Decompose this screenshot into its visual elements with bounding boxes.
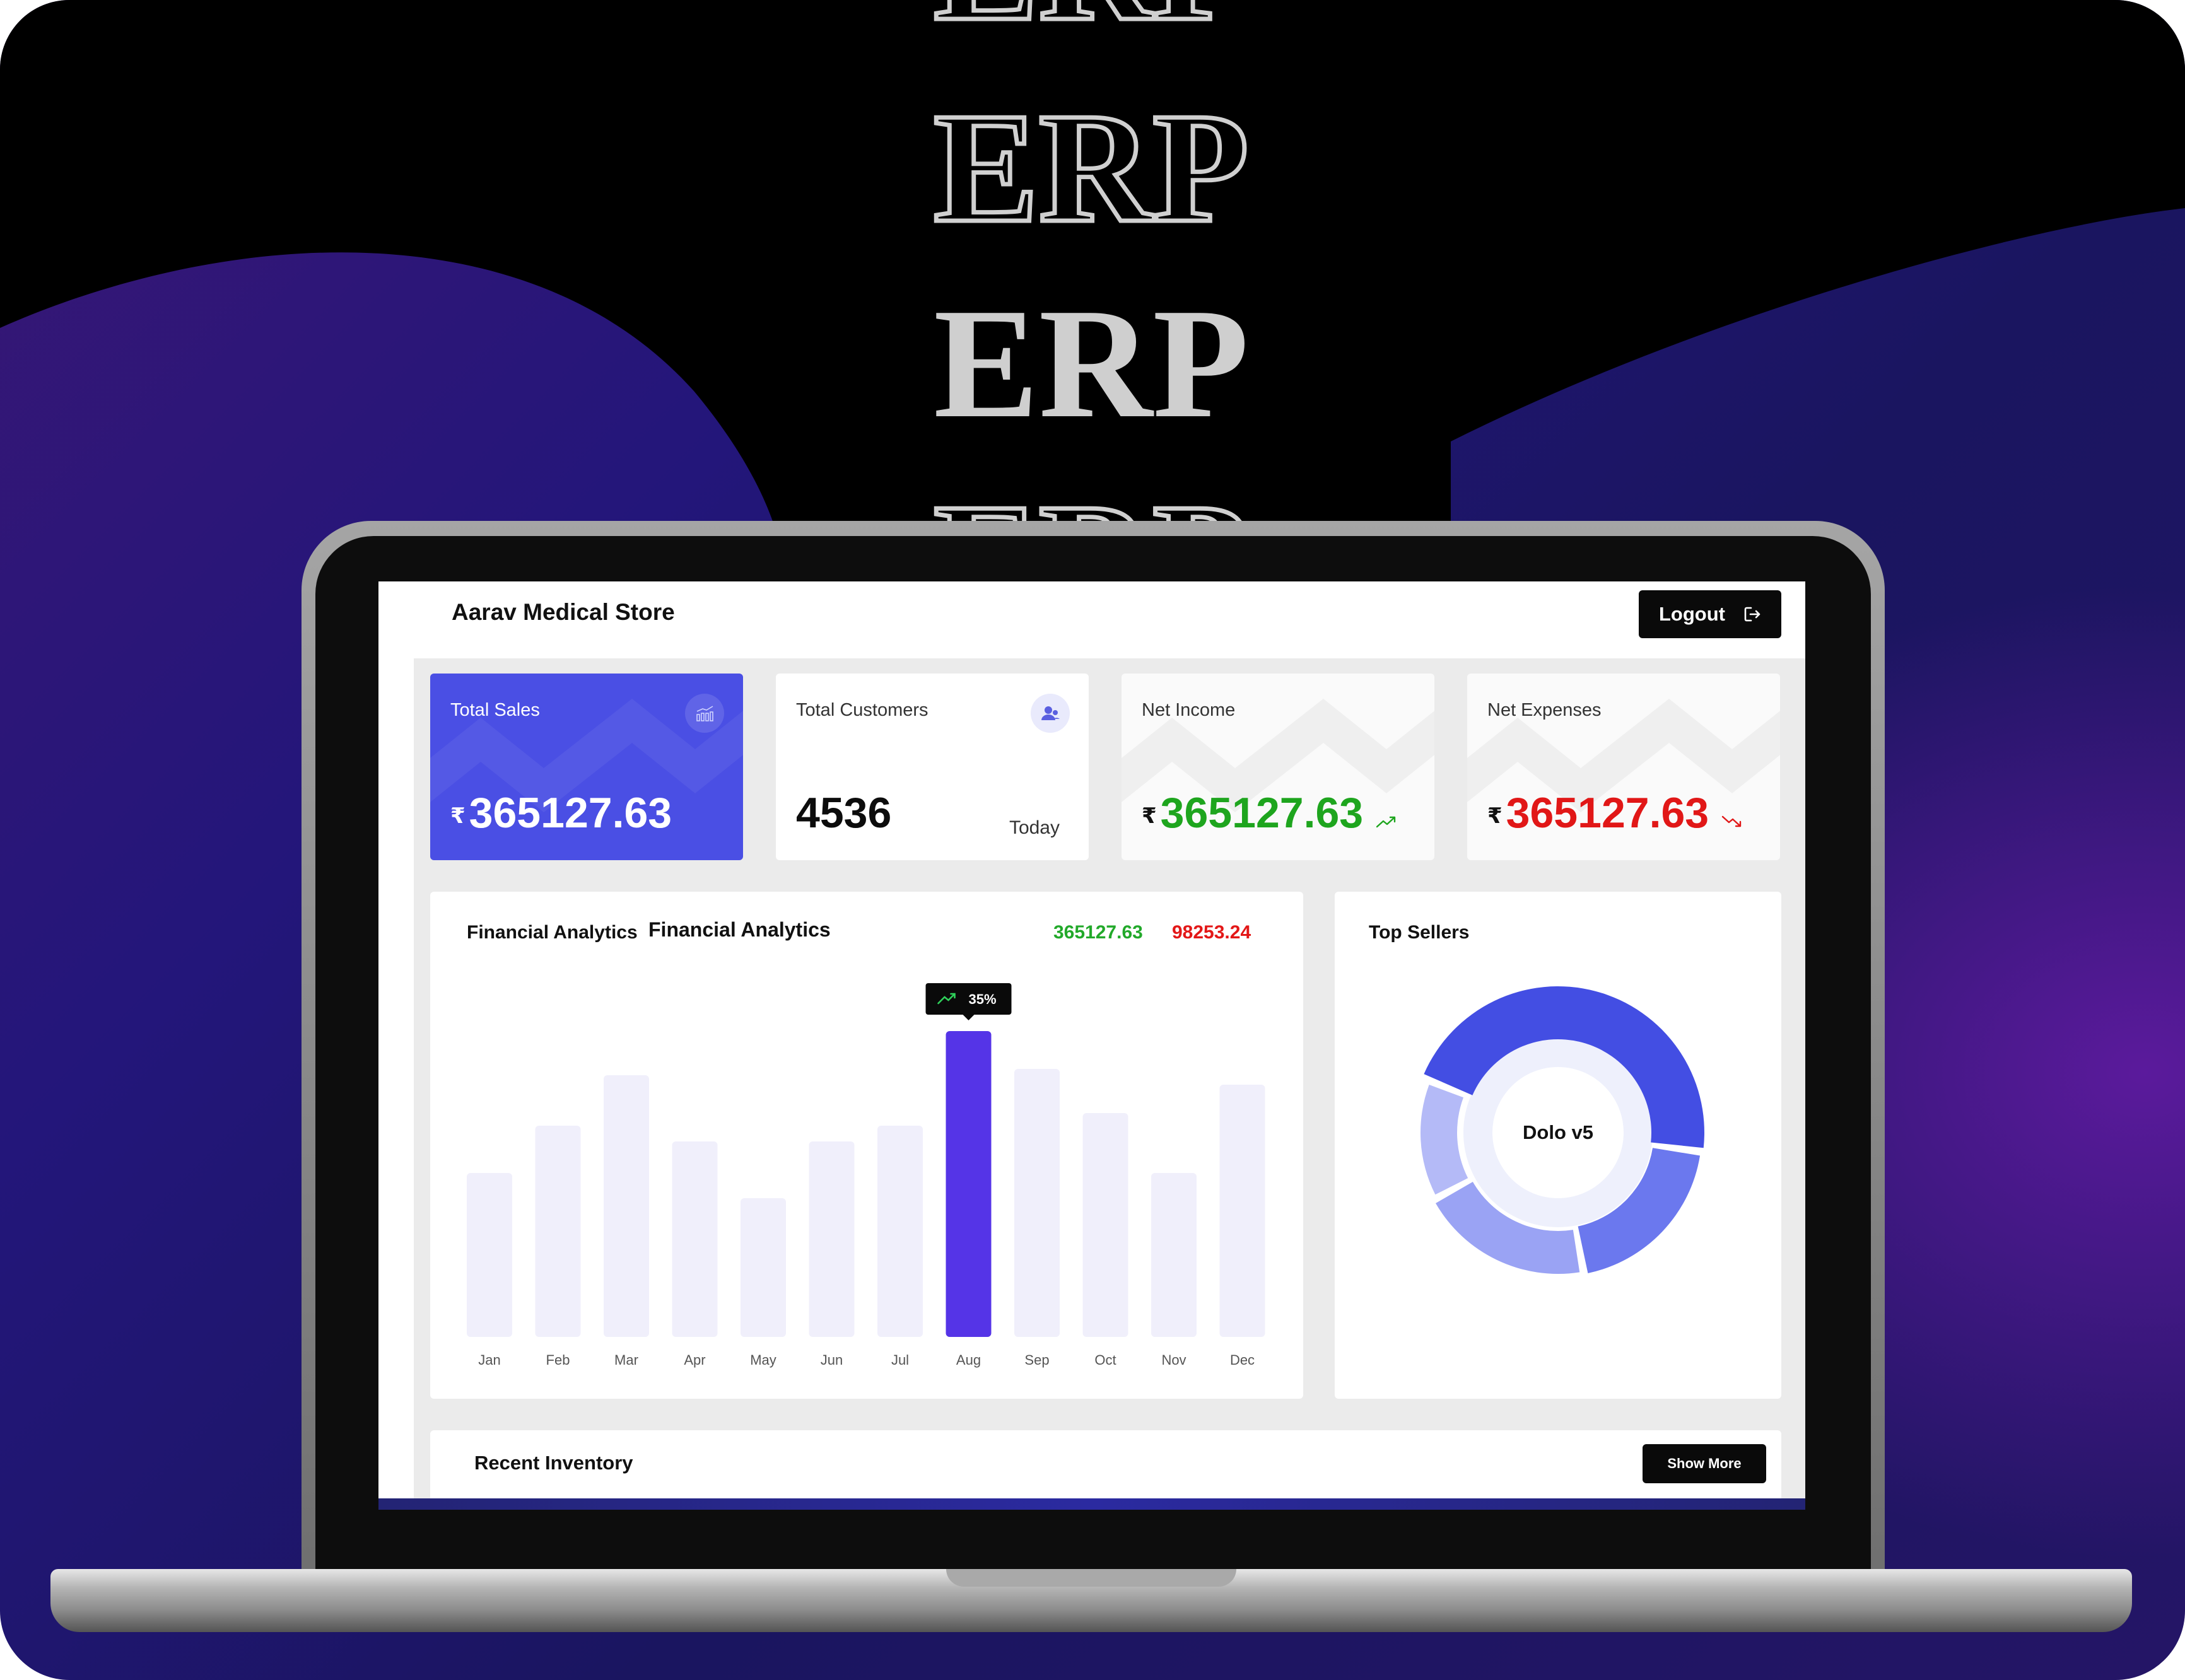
- top-bar: Aarav Medical Store Logout: [378, 581, 1805, 658]
- currency-symbol: ₹: [1142, 804, 1157, 829]
- total-customers-label: Total Customers: [796, 700, 928, 720]
- store-name: Aarav Medical Store: [452, 599, 675, 625]
- show-more-button[interactable]: Show More: [1643, 1444, 1766, 1483]
- total-sales-label: Total Sales: [450, 700, 540, 720]
- donut-segment-4[interactable]: [1421, 1085, 1468, 1195]
- erp-outline-top: ERP: [934, 0, 1249, 54]
- bar-mar[interactable]: [604, 1075, 649, 1337]
- highlight-tooltip: 35%: [925, 983, 1012, 1020]
- bar-jun[interactable]: [809, 1141, 855, 1337]
- bar-chart: Jan Feb Mar Apr May Jun Jul Aug 35% Sep Oct Nov Dec: [467, 983, 1265, 1368]
- tick-label-aug: Aug: [956, 1352, 981, 1368]
- erp-wordmark: ERP ERP ERP ERP: [932, 0, 1251, 523]
- tick-label-mar: Mar: [614, 1352, 638, 1368]
- tick-label-sep: Sep: [1024, 1352, 1049, 1368]
- bar-may[interactable]: [741, 1198, 786, 1337]
- total-customers-value: 4536: [796, 789, 892, 837]
- tick-label-dec: Dec: [1230, 1352, 1255, 1368]
- financial-analytics-card: Financial Analytics Financial Analytics …: [430, 892, 1303, 1399]
- tick-label-jan: Jan: [478, 1352, 500, 1368]
- tick-label-nov: Nov: [1161, 1352, 1186, 1368]
- tick-label-apr: Apr: [684, 1352, 705, 1368]
- screen-edge: [378, 1498, 1805, 1510]
- net-income-card[interactable]: Net Income ₹365127.63: [1122, 674, 1434, 860]
- top-sellers-card: Top Sellers Dolo v5: [1335, 892, 1781, 1399]
- erp-outline: ERP: [934, 81, 1249, 255]
- tooltip-pointer: [963, 1015, 975, 1020]
- logout-icon: [1744, 607, 1760, 622]
- bar-jan[interactable]: [467, 1173, 512, 1337]
- bar-jul[interactable]: [877, 1126, 923, 1337]
- net-expenses-card[interactable]: Net Expenses ₹365127.63: [1467, 674, 1780, 860]
- logout-button[interactable]: Logout: [1639, 590, 1781, 638]
- currency-symbol: ₹: [450, 804, 466, 829]
- bar-apr[interactable]: [672, 1141, 718, 1337]
- dashboard-screen: Aarav Medical Store Logout Total Sales ₹…: [378, 581, 1805, 1498]
- recent-inventory-card: Recent Inventory Show More: [430, 1430, 1781, 1498]
- bar-chart-icon: [685, 694, 724, 733]
- net-income-label: Net Income: [1142, 700, 1236, 720]
- tick-label-jul: Jul: [891, 1352, 909, 1368]
- bar-aug[interactable]: [946, 1031, 992, 1337]
- dashboard-content: Total Sales ₹365127.63 Total Customers 4…: [414, 658, 1805, 1498]
- erp-outline-bottom: ERP: [934, 472, 1249, 523]
- tick-label-may: May: [750, 1352, 776, 1368]
- currency-symbol: ₹: [1487, 804, 1503, 829]
- total-customers-card[interactable]: Total Customers 4536 Today: [776, 674, 1089, 860]
- net-expenses-value: ₹365127.63: [1487, 788, 1743, 837]
- recent-inventory-title: Recent Inventory: [474, 1452, 633, 1474]
- erp-filled: ERP: [934, 276, 1249, 451]
- trend-up-icon: [1376, 817, 1396, 828]
- total-sales-amount: 365127.63: [469, 789, 672, 837]
- top-sellers-donut: Dolo v5: [1421, 986, 1704, 1274]
- net-expenses-amount: 365127.63: [1506, 789, 1709, 837]
- net-income-value: ₹365127.63: [1142, 788, 1398, 837]
- bar-nov[interactable]: [1151, 1173, 1197, 1337]
- tick-label-jun: Jun: [821, 1352, 843, 1368]
- net-expenses-label: Net Expenses: [1487, 700, 1602, 720]
- net-income-amount: 365127.63: [1160, 789, 1364, 837]
- total-sales-card[interactable]: Total Sales ₹365127.63: [430, 674, 743, 860]
- tick-label-feb: Feb: [546, 1352, 570, 1368]
- donut-center-label: Dolo v5: [1523, 1121, 1593, 1143]
- period-label: Today: [1009, 817, 1060, 838]
- logout-label: Logout: [1659, 603, 1726, 625]
- tick-label-oct: Oct: [1094, 1352, 1116, 1368]
- bar-sep[interactable]: [1014, 1069, 1060, 1337]
- bar-oct[interactable]: [1082, 1113, 1128, 1337]
- bar-feb[interactable]: [535, 1126, 581, 1337]
- laptop-notch: [946, 1569, 1236, 1587]
- tooltip-value: 35%: [968, 991, 996, 1007]
- bar-dec[interactable]: [1219, 1085, 1265, 1337]
- users-icon: [1031, 694, 1070, 733]
- trend-down-icon: [1721, 816, 1742, 827]
- total-sales-value: ₹365127.63: [450, 788, 672, 837]
